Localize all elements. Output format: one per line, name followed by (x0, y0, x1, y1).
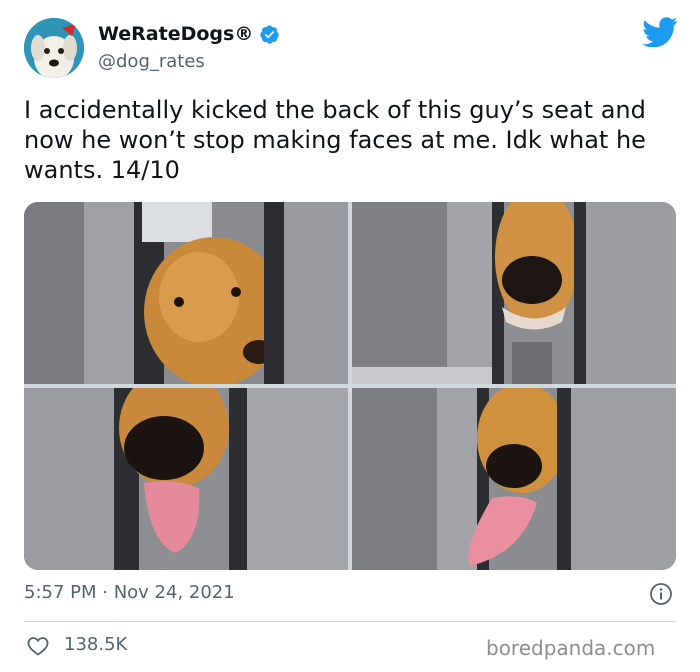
tweet-timestamp[interactable]: 5:57 PM · Nov 24, 2021 (24, 582, 235, 603)
tweet-photo-4[interactable] (352, 388, 676, 570)
tweet-photo-1[interactable] (24, 202, 348, 384)
dog-photo-2 (352, 202, 676, 384)
dog-photo-4 (352, 388, 676, 570)
author-display-name[interactable]: WeRateDogs® (98, 23, 253, 45)
verified-badge-icon (260, 24, 280, 44)
avatar[interactable] (24, 18, 84, 78)
watermark: boredpanda.com (486, 636, 656, 660)
like-count[interactable]: 138.5K (64, 634, 127, 655)
tweet-media-grid[interactable] (24, 202, 676, 570)
divider (24, 621, 676, 622)
author-name-row[interactable]: WeRateDogs® (98, 23, 280, 45)
author-handle[interactable]: @dog_rates (98, 51, 205, 72)
dog-photo-1 (24, 202, 348, 384)
info-icon[interactable] (649, 582, 673, 606)
dog-photo-3 (24, 388, 348, 570)
twitter-bird-icon[interactable] (642, 17, 678, 47)
avatar-dog-image (24, 18, 84, 78)
tweet-photo-3[interactable] (24, 388, 348, 570)
tweet-photo-2[interactable] (352, 202, 676, 384)
heart-icon[interactable] (26, 634, 50, 658)
tweet-text: I accidentally kicked the back of this g… (24, 96, 646, 184)
